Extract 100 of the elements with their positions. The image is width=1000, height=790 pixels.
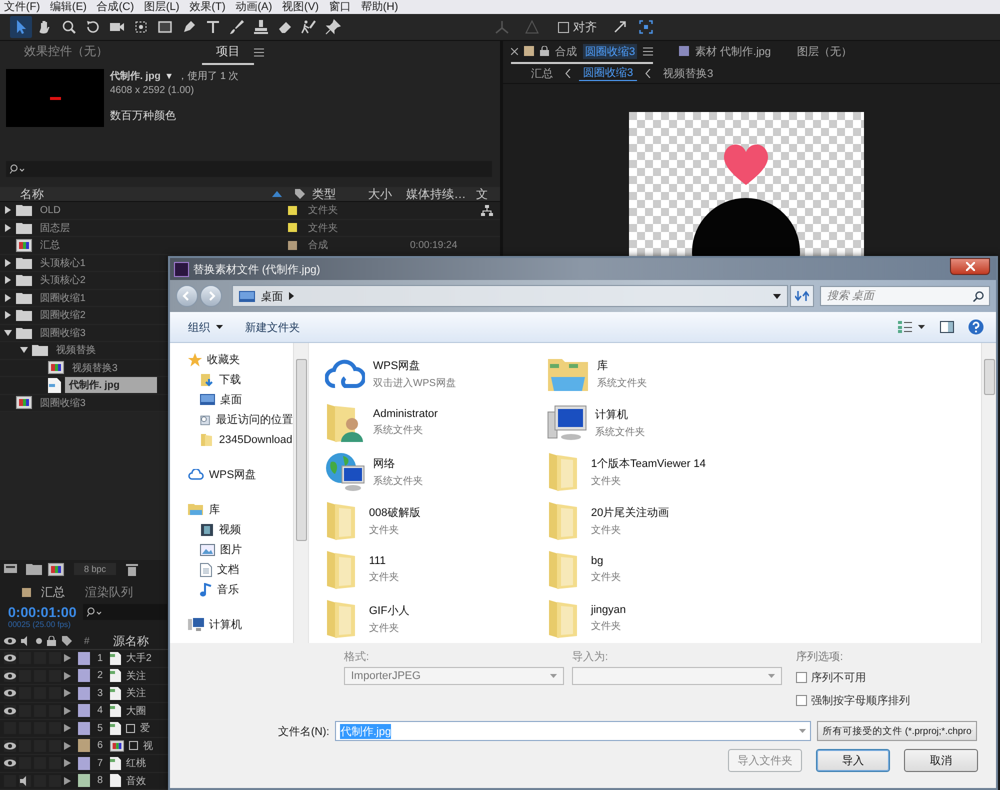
switch-icon[interactable]	[129, 741, 138, 750]
menu-item[interactable]: 动画(A)	[236, 0, 272, 14]
file-type-dropdown[interactable]: 所有可接受的文件 (*.prproj;*.chpro	[817, 721, 978, 741]
layer-name[interactable]: 大圈	[126, 704, 146, 718]
label-color[interactable]	[78, 739, 90, 752]
menu-item[interactable]: 效果(T)	[189, 0, 226, 14]
organize-button[interactable]: 组织	[184, 318, 227, 336]
interpret-footage-icon[interactable]	[4, 563, 20, 575]
expand-arrow-icon[interactable]	[64, 689, 71, 698]
bit-depth-button[interactable]: 8 bpc	[74, 563, 116, 575]
expand-arrow-icon[interactable]	[4, 224, 12, 232]
file-item[interactable]: 1个版本TeamViewer 14 文件夹	[547, 447, 981, 496]
panel-tab[interactable]: 效果控件（无）	[10, 40, 122, 64]
help-icon[interactable]	[968, 319, 984, 335]
visibility-switch[interactable]	[4, 652, 16, 664]
menu-item[interactable]: 文件(F)	[4, 0, 40, 14]
menu-item[interactable]: 视图(V)	[282, 0, 319, 14]
column-header[interactable]: 媒体持续…	[406, 186, 476, 202]
column-header[interactable]: 大小	[368, 186, 406, 202]
file-item[interactable]: 008破解版 文件夹	[325, 496, 547, 545]
label-icon[interactable]	[294, 188, 306, 200]
folder-icon[interactable]	[26, 563, 42, 575]
lock-icon[interactable]	[540, 46, 549, 56]
item-name[interactable]: 圆圈收缩1	[36, 290, 90, 306]
breadcrumb-item[interactable]: 汇总	[527, 66, 557, 80]
layer-name[interactable]: 红桃	[126, 756, 146, 770]
chevron-icon[interactable]	[289, 292, 294, 300]
search-field[interactable]: 搜索 桌面	[820, 286, 990, 306]
file-item[interactable]: GIF小人 文件夹	[325, 594, 547, 643]
flowchart-icon[interactable]	[481, 204, 493, 216]
menu-item[interactable]: 窗口	[328, 0, 351, 14]
item-name[interactable]: 视频替换3	[68, 360, 122, 376]
file-item[interactable]: WPS网盘 双击进入WPS网盘	[325, 349, 547, 398]
eye-icon[interactable]	[4, 637, 16, 645]
nav-item[interactable]: 桌面	[188, 391, 293, 408]
search-field[interactable]	[82, 604, 166, 620]
panel-tab[interactable]: 项目	[202, 40, 254, 64]
nav-item[interactable]: WPS网盘	[188, 466, 293, 483]
nav-item[interactable]: 收藏夹	[188, 351, 293, 368]
label-color[interactable]	[78, 704, 90, 718]
audio-switch[interactable]	[19, 774, 31, 787]
menu-item[interactable]: 合成(C)	[96, 0, 134, 14]
item-name[interactable]: 头顶核心2	[36, 272, 90, 288]
file-item[interactable]: 计算机 系统文件夹	[547, 398, 981, 447]
close-button[interactable]	[950, 258, 990, 275]
switch-icon[interactable]	[126, 724, 135, 733]
item-name[interactable]: 头顶核心1	[36, 254, 90, 271]
nav-item[interactable]: 计算机	[188, 616, 293, 633]
composition-name[interactable]: 圆圈收缩3	[583, 44, 638, 58]
item-name[interactable]: 圆圈收缩3	[36, 394, 90, 411]
visibility-switch[interactable]	[4, 757, 16, 770]
label-color[interactable]	[78, 774, 90, 788]
breadcrumb-item[interactable]: 圆圈收缩3	[579, 65, 638, 81]
forward-button[interactable]	[200, 285, 222, 307]
expand-arrow-icon[interactable]	[4, 206, 12, 214]
column-header[interactable]: 类型	[312, 186, 368, 202]
expand-icon[interactable]	[613, 20, 627, 34]
search-field[interactable]	[6, 161, 492, 177]
frame-icon[interactable]	[639, 20, 653, 34]
refresh-button[interactable]	[790, 285, 814, 307]
expand-arrow-icon[interactable]	[64, 706, 71, 715]
file-item[interactable]: bg 文件夹	[547, 545, 981, 594]
nav-item[interactable]: 视频	[188, 521, 293, 538]
new-folder-button[interactable]: 新建文件夹	[241, 318, 304, 336]
close-icon[interactable]	[511, 48, 518, 54]
collapse-arrow-icon[interactable]	[4, 328, 12, 337]
nav-item[interactable]: 图片	[188, 541, 293, 558]
timecode[interactable]: 0:00:01:00	[8, 604, 76, 620]
preview-pane-icon[interactable]	[940, 321, 954, 333]
nav-item[interactable]: 2345Download	[188, 431, 293, 448]
item-name[interactable]: 圆圈收缩3	[36, 324, 90, 341]
layer-name[interactable]: 音效	[126, 774, 146, 788]
tab-label[interactable]: 图层（无）	[796, 44, 852, 58]
menu-icon[interactable]	[643, 46, 654, 56]
collapse-arrow-icon[interactable]	[20, 346, 28, 354]
menu-item[interactable]: 图层(L)	[144, 0, 180, 14]
file-item[interactable]: 库 系统文件夹	[547, 349, 981, 398]
import-button[interactable]: 导入	[816, 749, 890, 772]
file-item[interactable]: 网络 系统文件夹	[325, 447, 547, 496]
file-item[interactable]: Administrator 系统文件夹	[325, 398, 547, 447]
nav-item[interactable]: 下载	[188, 371, 293, 388]
label-color[interactable]	[78, 669, 90, 682]
solo-icon[interactable]	[36, 638, 42, 644]
breadcrumb-item[interactable]: 视频替换3	[659, 66, 718, 80]
expand-arrow-icon[interactable]	[64, 776, 71, 785]
menu-icon[interactable]	[254, 48, 264, 56]
dropdown-arrow[interactable]: ▼	[164, 71, 174, 81]
file-item[interactable]: jingyan 文件夹	[547, 594, 981, 643]
visibility-switch[interactable]	[4, 704, 16, 717]
composition-icon[interactable]	[48, 562, 64, 576]
selection-tool[interactable]	[10, 16, 32, 38]
tab-label[interactable]: 合成	[555, 44, 577, 58]
checkbox[interactable]	[796, 672, 807, 682]
address-bar[interactable]: 桌面	[232, 285, 788, 307]
column-header[interactable]: 文	[476, 186, 488, 202]
item-name[interactable]: 汇总	[36, 237, 64, 254]
cancel-button[interactable]: 取消	[904, 749, 978, 772]
checkbox[interactable]	[796, 694, 807, 706]
label-color[interactable]	[78, 686, 90, 700]
label-color[interactable]	[288, 240, 297, 250]
